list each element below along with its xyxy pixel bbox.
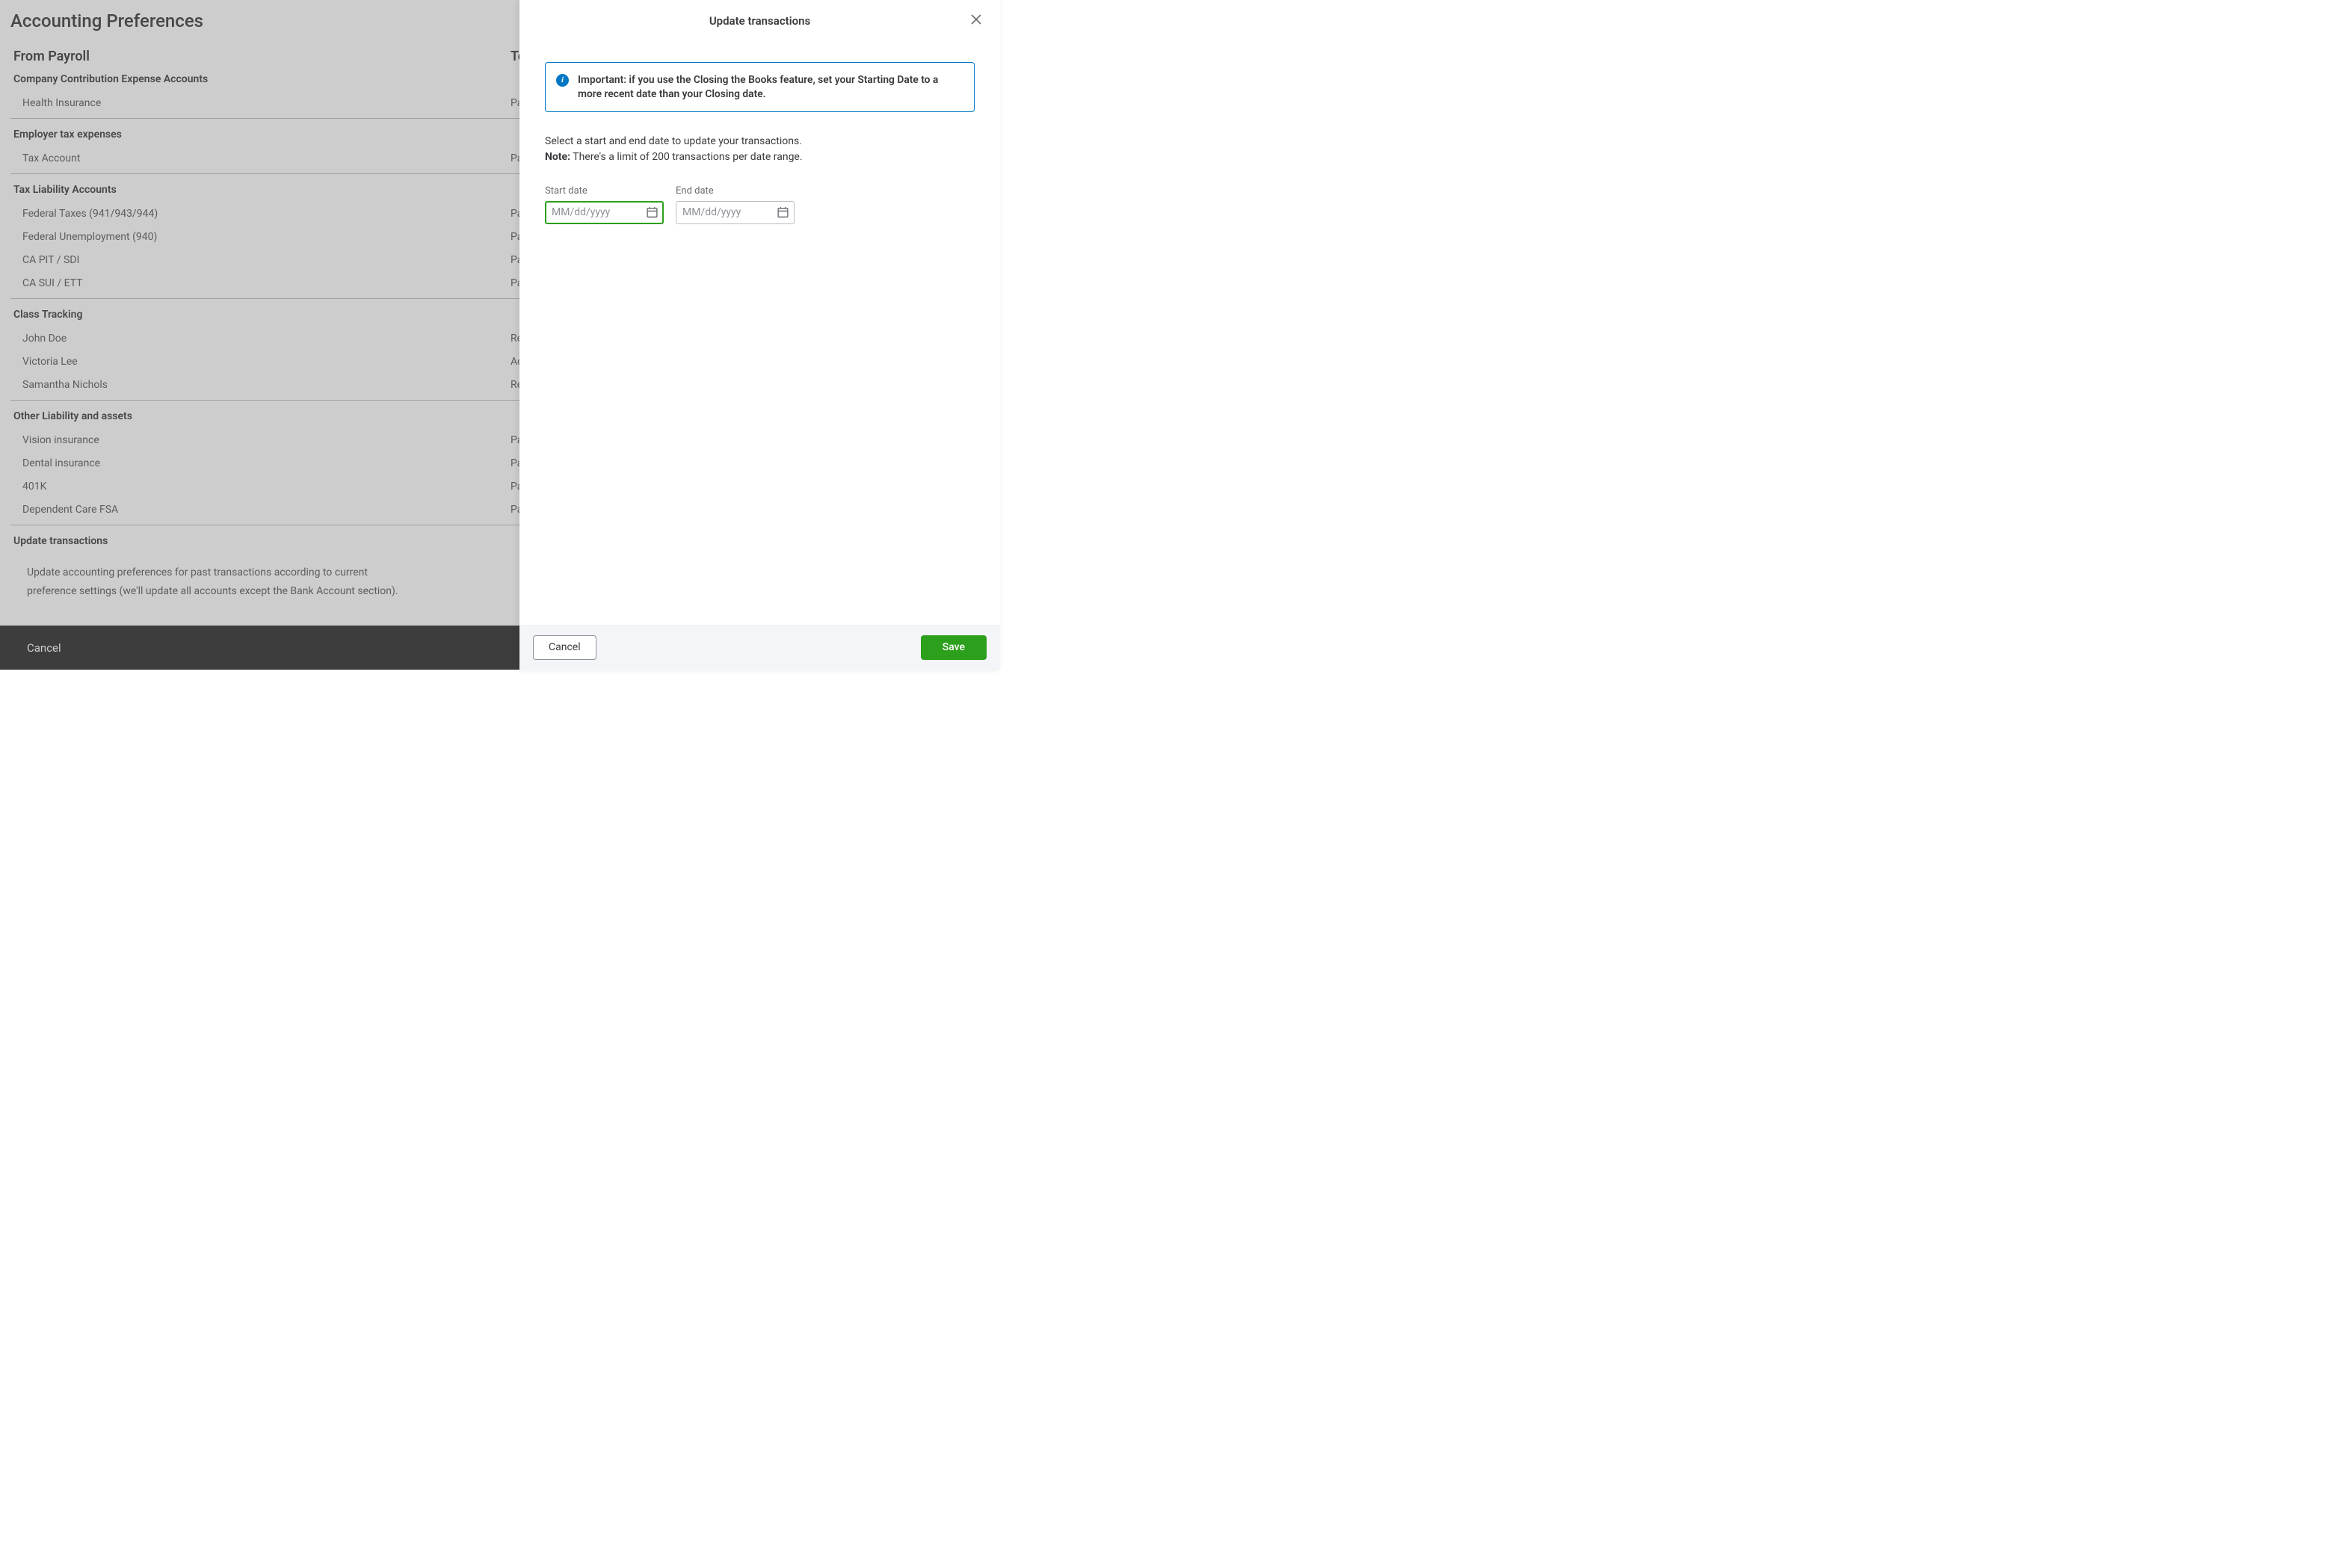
panel-body: i Important: if you use the Closing the … xyxy=(519,41,1000,625)
instruction-line1: Select a start and end date to update yo… xyxy=(545,135,802,147)
note-text: There's a limit of 200 transactions per … xyxy=(570,151,803,163)
end-date-wrap xyxy=(676,201,795,224)
info-text-bold: Important: if you use the Closing the Bo… xyxy=(578,74,938,100)
save-button[interactable]: Save xyxy=(921,635,987,660)
start-date-group: Start date xyxy=(545,185,664,224)
panel-header: Update transactions xyxy=(519,0,1000,41)
info-callout: i Important: if you use the Closing the … xyxy=(545,62,975,112)
note-label: Note: xyxy=(545,151,570,163)
end-date-group: End date xyxy=(676,185,795,224)
info-text: Important: if you use the Closing the Bo… xyxy=(578,73,960,101)
close-button[interactable] xyxy=(970,13,985,28)
instruction-text: Select a start and end date to update yo… xyxy=(545,134,975,164)
close-icon xyxy=(970,13,982,25)
date-fields: Start date End date xyxy=(545,185,975,224)
info-icon: i xyxy=(556,74,569,87)
panel-footer: Cancel Save xyxy=(519,625,1000,670)
start-date-input[interactable] xyxy=(545,201,664,224)
panel-title: Update transactions xyxy=(709,14,810,28)
update-transactions-panel: Update transactions i Important: if you … xyxy=(519,0,1000,670)
cancel-button[interactable]: Cancel xyxy=(533,635,596,660)
end-date-input[interactable] xyxy=(676,201,795,224)
end-date-label: End date xyxy=(676,185,795,197)
start-date-label: Start date xyxy=(545,185,664,197)
start-date-wrap xyxy=(545,201,664,224)
